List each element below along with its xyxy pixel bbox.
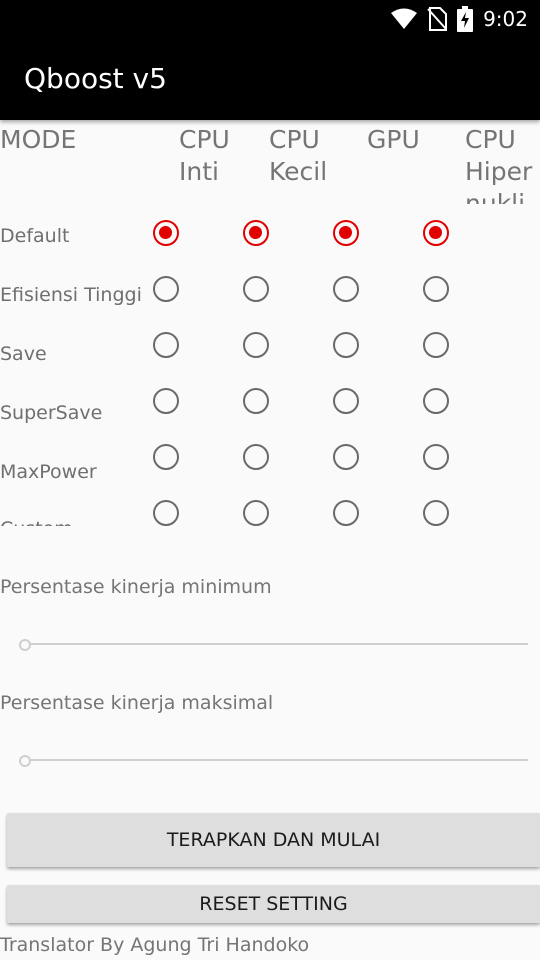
- radio-default-cpu-kecil[interactable]: [243, 220, 269, 246]
- max-performance-seekbar-track[interactable]: [26, 759, 528, 761]
- radio-save-cpu-kecil[interactable]: [243, 332, 269, 358]
- radio-default-gpu[interactable]: [333, 220, 359, 246]
- radio-default-cpu-inti[interactable]: [153, 220, 179, 246]
- row-label-default: Default: [0, 225, 70, 247]
- radio-efisiensi-cpu-kecil[interactable]: [243, 276, 269, 302]
- row-label-save: Save: [0, 343, 47, 365]
- radio-custom-cpu-inti[interactable]: [153, 500, 179, 526]
- row-label-supersave: SuperSave: [0, 402, 103, 424]
- radio-save-cpu-inti[interactable]: [153, 332, 179, 358]
- radio-custom-gpu[interactable]: [333, 500, 359, 526]
- status-bar: 9:02: [0, 0, 540, 36]
- radio-supersave-gpu[interactable]: [333, 388, 359, 414]
- radio-supersave-cpu-inti[interactable]: [153, 388, 179, 414]
- radio-custom-cpu-kecil[interactable]: [243, 500, 269, 526]
- column-header-cpu-kecil: CPU Kecil: [269, 125, 328, 186]
- app-title: Qboost v5: [24, 62, 167, 95]
- min-performance-seekbar-thumb[interactable]: [19, 639, 31, 651]
- min-performance-label: Persentase kinerja minimum: [0, 576, 272, 598]
- radio-supersave-cpu-hipernuklir[interactable]: [423, 388, 449, 414]
- app-bar: Qboost v5: [0, 36, 540, 120]
- status-time: 9:02: [483, 7, 528, 31]
- min-performance-seekbar-track[interactable]: [26, 643, 528, 645]
- battery-charging-icon: [457, 6, 474, 32]
- radio-maxpower-cpu-kecil[interactable]: [243, 444, 269, 470]
- mode-header: MODE: [0, 125, 77, 154]
- column-header-gpu: GPU: [367, 125, 420, 154]
- radio-save-gpu[interactable]: [333, 332, 359, 358]
- max-performance-seekbar-thumb[interactable]: [19, 755, 31, 767]
- status-icons: 9:02: [391, 6, 528, 32]
- radio-supersave-cpu-kecil[interactable]: [243, 388, 269, 414]
- row-label-custom: Custom: [0, 518, 73, 526]
- radio-efisiensi-gpu[interactable]: [333, 276, 359, 302]
- radio-default-cpu-hipernuklir[interactable]: [423, 220, 449, 246]
- radio-save-cpu-hipernuklir[interactable]: [423, 332, 449, 358]
- radio-efisiensi-cpu-inti[interactable]: [153, 276, 179, 302]
- row-label-maxpower: MaxPower: [0, 461, 97, 483]
- radio-efisiensi-cpu-hipernuklir[interactable]: [423, 276, 449, 302]
- radio-maxpower-cpu-hipernuklir[interactable]: [423, 444, 449, 470]
- radio-maxpower-cpu-inti[interactable]: [153, 444, 179, 470]
- no-sim-icon: [427, 7, 448, 31]
- translator-credit: Translator By Agung Tri Handoko: [0, 934, 310, 956]
- apply-and-start-button[interactable]: TERAPKAN DAN MULAI: [7, 813, 540, 867]
- max-performance-label: Persentase kinerja maksimal: [0, 692, 274, 714]
- radio-custom-cpu-hipernuklir[interactable]: [423, 500, 449, 526]
- row-label-efisiensi-tinggi: Efisiensi Tinggi: [0, 284, 142, 306]
- reset-setting-button[interactable]: RESET SETTING: [7, 885, 540, 923]
- radio-maxpower-gpu[interactable]: [333, 444, 359, 470]
- column-header-cpu-hipernuklir: CPU Hipernuklir: [465, 125, 533, 204]
- column-header-cpu-hipernuklir-clip: CPU Hipernuklir: [465, 124, 540, 204]
- mode-table[interactable]: Default Efisiensi Tinggi Save SuperSave …: [0, 204, 540, 526]
- wifi-icon: [391, 8, 418, 29]
- column-header-cpu-inti: CPU Inti: [179, 125, 230, 186]
